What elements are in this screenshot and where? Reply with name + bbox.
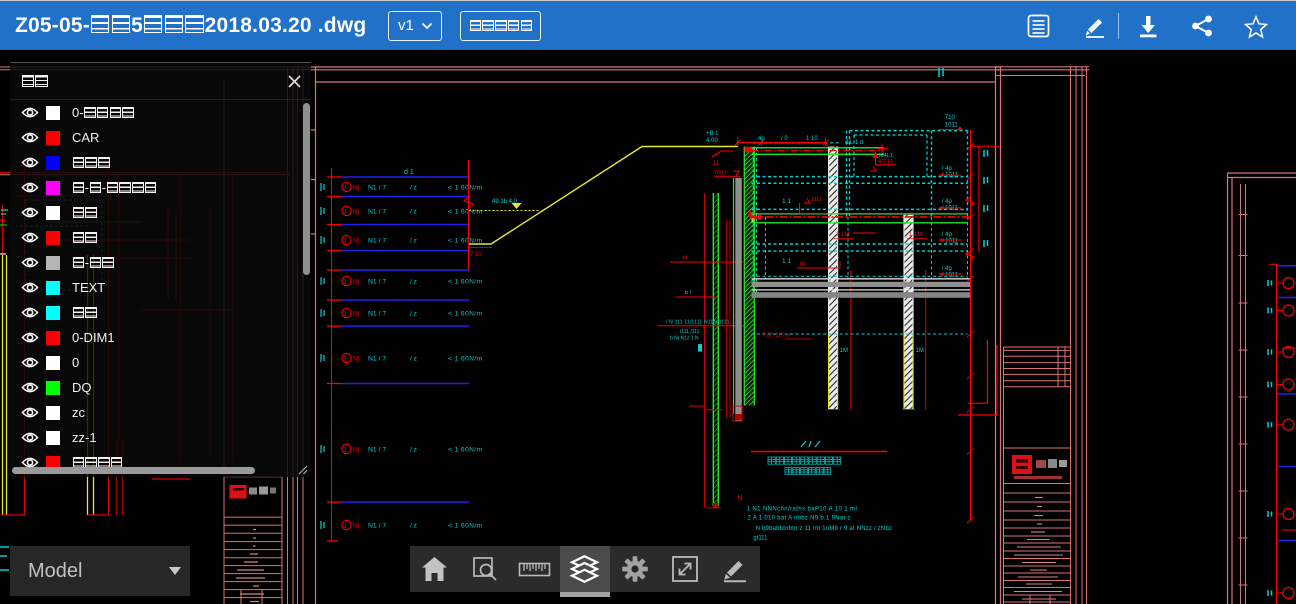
svg-text:/111 /111: /111 /111 — [680, 329, 700, 335]
svg-text:d/L 1 d: d/L 1 d — [845, 140, 863, 146]
svg-text:1 N1 NNNchn/raths baP10 A: 1 N1 NNNchn/raths baP10 A 10 1 ml — [747, 507, 858, 513]
svg-text:1: 1 — [344, 210, 348, 216]
svg-text:N}: N} — [353, 210, 359, 216]
svg-text:1M: 1M — [916, 348, 924, 354]
svg-text:11: 11 — [713, 161, 720, 167]
svg-text:1 1: 1 1 — [782, 198, 791, 205]
svg-text:b /: b / — [685, 290, 692, 296]
svg-text:N1 / 7: N1 / 7 — [368, 447, 386, 454]
svg-text:M: M — [800, 262, 805, 268]
svg-text:b N| N1z 1 N: b N| N1z 1 N — [670, 336, 699, 342]
svg-text:/ z: / z — [410, 356, 417, 363]
svg-text:4.00: 4.00 — [706, 138, 718, 144]
svg-text:/ 1011: / 1011 — [942, 273, 959, 279]
svg-text:1: 1 — [344, 239, 348, 245]
svg-text:1 1M: 1 1M — [836, 232, 849, 238]
svg-text:2 A 1 010 bat A nnbz: 2 A 1 010 bat A nnbz N9 b,1 9Nat z — [748, 516, 851, 522]
svg-text:/ z: / z — [410, 447, 417, 454]
svg-text:/ 4p: / 4p — [942, 166, 953, 172]
svg-text:N}: N} — [353, 280, 359, 286]
svg-text:/ z: / z — [410, 279, 417, 286]
svg-text:4/2 11: 4/2 11 — [878, 159, 893, 165]
svg-text:N}: N} — [353, 357, 359, 363]
svg-text:1: 1 — [344, 186, 348, 192]
svg-text:710: 710 — [945, 115, 956, 121]
svg-text:/ N 111 11/1111 N11N 1111: / N 111 11/1111 N11N 1111 — [666, 320, 730, 326]
svg-text:/ 0: / 0 — [781, 136, 788, 142]
svg-text:1 10: 1 10 — [806, 136, 818, 142]
svg-text:N}: N} — [353, 239, 359, 245]
svg-text:< 1 60N/m: < 1 60N/m — [448, 209, 483, 216]
svg-text:N b9babbtnbtn z 11 rm 1nM9: N b9babbtnbtn z 11 rm 1nM9 r 9 at NNzz /… — [756, 526, 893, 532]
svg-text:7.00 1.0 m: 7.00 1.0 m — [762, 333, 790, 339]
svg-text:N1 / 7: N1 / 7 — [368, 356, 386, 363]
svg-text:1 1M: 1 1M — [909, 232, 922, 238]
svg-text:< 1 60N/m: < 1 60N/m — [448, 356, 483, 363]
svg-text:N}: N} — [353, 186, 359, 192]
svg-text:N1 / 7: N1 / 7 — [368, 279, 386, 286]
svg-text:1011: 1011 — [945, 123, 959, 129]
svg-text:49.1b 4.0: 49.1b 4.0 — [492, 199, 518, 205]
svg-text:/ 4p: / 4p — [942, 266, 953, 272]
svg-text:N1 / 7: N1 / 7 — [368, 185, 386, 192]
svg-text:gt111: gt111 — [753, 535, 768, 541]
svg-text:< 1 60N/m: < 1 60N/m — [448, 447, 483, 454]
svg-text:N1 / 7: N1 / 7 — [368, 523, 386, 530]
svg-text:1: 1 — [344, 312, 348, 318]
svg-text:< 1 60N/m: < 1 60N/m — [448, 311, 483, 318]
svg-text:M4L1: M4L1 — [879, 153, 893, 159]
svg-text:M: M — [683, 256, 688, 262]
svg-text:7 10: 7 10 — [470, 252, 482, 258]
svg-text:/ z: / z — [410, 311, 417, 318]
svg-text:< 1 60N/m: < 1 60N/m — [448, 523, 483, 530]
svg-text:1M: 1M — [840, 348, 848, 354]
svg-text:1 1: 1 1 — [782, 258, 791, 265]
svg-text:N}: N} — [353, 448, 359, 454]
svg-text:/ z: / z — [410, 238, 417, 245]
svg-text:N1 / 7: N1 / 7 — [368, 238, 386, 245]
svg-text:N1 / 7: N1 / 7 — [368, 209, 386, 216]
svg-text:1: 1 — [344, 448, 348, 454]
svg-text:/ z: / z — [410, 209, 417, 216]
svg-text:< 1 60N/m: < 1 60N/m — [448, 279, 483, 286]
svg-text:< 1 60N/m: < 1 60N/m — [448, 185, 483, 192]
svg-text:/ 4p: / 4p — [942, 199, 953, 205]
svg-text:N1 / 7: N1 / 7 — [368, 311, 386, 318]
svg-text:1: 1 — [344, 280, 348, 286]
svg-text:1111: 1111 — [811, 197, 822, 203]
svg-text:/ z: / z — [410, 185, 417, 192]
svg-text:N: N — [738, 495, 743, 502]
svg-text:/ 4p: / 4p — [942, 232, 953, 238]
svg-text:+B 1: +B 1 — [706, 131, 719, 137]
svg-text:/ 1011: / 1011 — [942, 239, 959, 245]
svg-text:d 1: d 1 — [404, 169, 414, 176]
svg-text:1: 1 — [344, 357, 348, 363]
svg-text:/ z: / z — [410, 523, 417, 530]
svg-text:7000: 7000 — [714, 171, 726, 177]
svg-text:N}: N} — [353, 312, 359, 318]
svg-text:1: 1 — [344, 524, 348, 530]
svg-text:/ 1011: / 1011 — [942, 206, 959, 212]
svg-text:N}: N} — [353, 524, 359, 530]
